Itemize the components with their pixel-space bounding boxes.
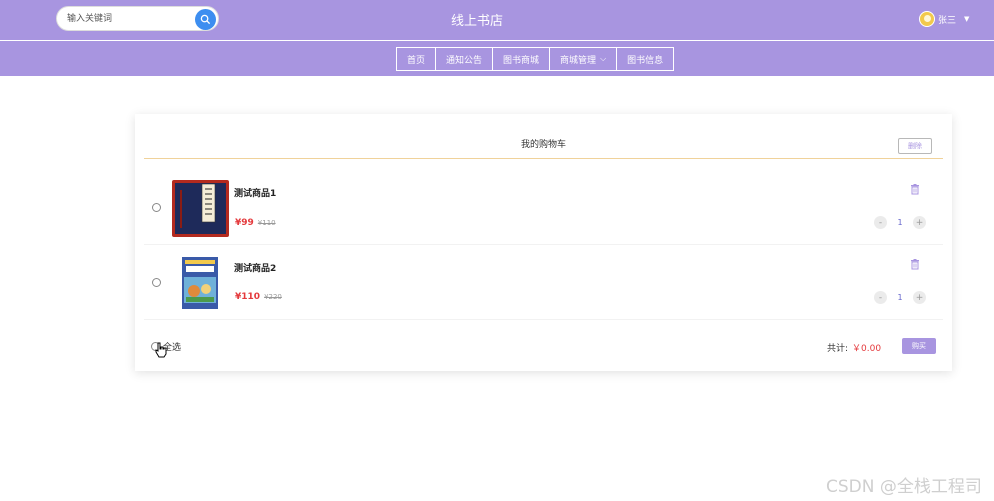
cart-item: 测试商品1 ¥99 ¥110 - 1 +: [144, 170, 943, 245]
cart-header: 我的购物车 删除: [144, 114, 943, 159]
delete-button[interactable]: 删除: [898, 138, 932, 154]
quantity-value[interactable]: 1: [887, 218, 913, 227]
avatar: [919, 11, 935, 27]
cart-card: 我的购物车 删除 测试商品1 ¥99 ¥110 - 1 + 测试商品2 ¥110…: [135, 114, 952, 371]
nav-item-notices[interactable]: 通知公告: [436, 47, 494, 71]
trash-icon[interactable]: [910, 259, 920, 270]
nav-item-book-info[interactable]: 图书信息: [617, 47, 675, 71]
item-select-radio[interactable]: [152, 278, 161, 287]
item-select-radio[interactable]: [152, 203, 161, 212]
total-value: ￥0.00: [852, 344, 882, 354]
nav-item-home[interactable]: 首页: [397, 47, 437, 71]
cart-title: 我的购物车: [520, 140, 566, 150]
decrease-button[interactable]: -: [874, 216, 887, 229]
top-bar: 线上书店 张三 ▼: [0, 0, 994, 40]
nav-bar: 首页 通知公告 图书商城 商城管理 ⌵ 图书信息: [0, 41, 994, 76]
quantity-value[interactable]: 1: [887, 293, 913, 302]
increase-button[interactable]: +: [913, 291, 926, 304]
username: 张三: [938, 15, 957, 26]
increase-button[interactable]: +: [913, 216, 926, 229]
caret-down-icon: ▼: [964, 15, 970, 23]
product-price: ¥99 ¥110: [235, 218, 276, 228]
quantity-stepper: - 1 +: [874, 216, 926, 229]
original-price: ¥220: [264, 293, 282, 301]
site-title: 线上书店: [450, 14, 503, 29]
main-nav: 首页 通知公告 图书商城 商城管理 ⌵ 图书信息: [396, 47, 675, 71]
cart-item: 测试商品2 ¥110 ¥220 - 1 +: [144, 245, 943, 320]
trash-icon[interactable]: [910, 184, 920, 195]
total-label: 共计:: [827, 344, 849, 354]
buy-button[interactable]: 购买: [902, 338, 936, 354]
chevron-down-icon: ⌵: [600, 54, 607, 63]
nav-item-book-mall[interactable]: 图书商城: [493, 47, 551, 71]
cart-total: 共计: ￥0.00: [827, 341, 881, 354]
product-name[interactable]: 测试商品2: [234, 261, 276, 274]
watermark: CSDN @全栈工程司: [826, 477, 982, 497]
user-menu[interactable]: 张三 ▼: [919, 10, 969, 28]
book-cover-image: [172, 255, 229, 312]
hand-cursor-icon: [155, 342, 167, 358]
original-price: ¥110: [257, 219, 276, 227]
quantity-stepper: - 1 +: [874, 291, 926, 304]
book-cover-image: [172, 180, 229, 237]
product-price: ¥110 ¥220: [235, 292, 282, 302]
decrease-button[interactable]: -: [874, 291, 887, 304]
nav-item-mall-management[interactable]: 商城管理 ⌵: [550, 47, 618, 71]
product-name[interactable]: 测试商品1: [234, 186, 276, 199]
